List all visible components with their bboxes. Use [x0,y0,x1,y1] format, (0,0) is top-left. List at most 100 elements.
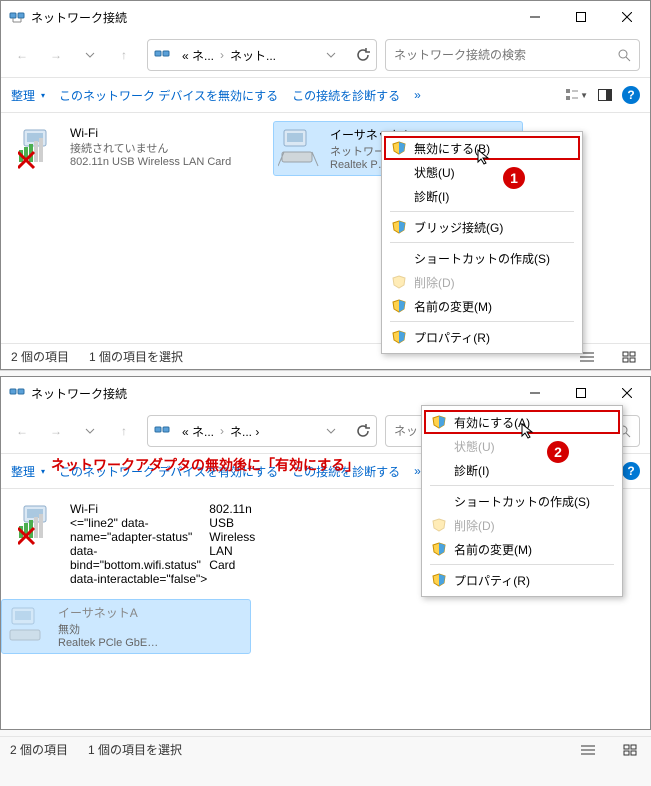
recent-dropdown[interactable] [75,40,105,70]
shield-icon [432,573,446,587]
up-button[interactable]: ↑ [109,416,139,446]
breadcrumb-segment[interactable]: « ネ... [182,47,214,64]
network-icon [154,47,170,63]
ctx-delete: 削除(D) [424,513,620,537]
shield-icon [392,141,406,155]
window-title: ネットワーク接続 [31,9,512,26]
adapter-device: 802.11n USB Wireless LAN Card [209,502,258,586]
status-selected-count: 1 個の項目を選択 [89,348,183,365]
wifi-adapter-icon [18,502,62,546]
ctx-separator [430,564,614,565]
ctx-rename[interactable]: 名前の変更(M) [384,294,580,318]
wifi-adapter-icon [18,126,62,170]
refresh-button[interactable] [356,424,370,438]
addr-dropdown-icon[interactable] [326,428,336,434]
adapter-device: Realtek PCle GbE… [58,637,158,649]
adapter-status: 接続されていません [70,140,231,156]
window-network-connections-1: ネットワーク接続 ← → ↑ « ネ... › ネット... [0,0,651,370]
close-button[interactable] [604,1,650,33]
breadcrumb-separator: › [220,48,224,62]
shield-icon [432,518,446,532]
refresh-button[interactable] [356,48,370,62]
ctx-diagnose[interactable]: 診断(I) [424,458,620,482]
ethernet-adapter-icon [278,126,322,170]
nav-toolbar: ← → ↑ « ネ... › ネット... [1,33,650,77]
disable-device-command[interactable]: このネットワーク デバイスを無効にする [59,87,278,104]
address-bar[interactable]: « ネ... › ネット... [147,39,377,71]
network-item-ethernet[interactable]: イーサネットA 無効 Realtek PCle GbE… [1,599,251,654]
breadcrumb-segment[interactable]: ネ... › [230,423,259,440]
cursor-icon [521,423,537,439]
content-area: Wi-Fi 接続されていません 802.11n USB Wireless LAN… [1,113,650,343]
up-button[interactable]: ↑ [109,40,139,70]
search-input[interactable] [394,48,617,62]
forward-button[interactable]: → [41,40,71,70]
shield-icon [392,275,406,289]
organize-menu[interactable]: 整理 [11,463,45,480]
maximize-button[interactable] [558,1,604,33]
back-button[interactable]: ← [7,40,37,70]
ctx-diagnose[interactable]: 診断(I) [384,184,580,208]
network-item-wifi[interactable]: Wi-Fi <="line2" data-name="adapter-statu… [13,497,263,591]
recent-dropdown[interactable] [75,416,105,446]
minimize-button[interactable] [512,1,558,33]
adapter-name: イーサネットA [58,604,158,621]
window-controls [512,1,650,33]
ctx-properties[interactable]: プロパティ(R) [384,325,580,349]
search-box[interactable] [385,39,640,71]
ctx-create-shortcut[interactable]: ショートカットの作成(S) [424,489,620,513]
forward-button[interactable]: → [41,416,71,446]
help-button[interactable]: ? [622,86,640,104]
status-selected-count: 1 個の項目を選択 [88,741,182,758]
network-icon [154,423,170,439]
step-badge-2: 2 [545,439,571,465]
shield-icon [432,415,446,429]
view-options-button[interactable]: ▼ [566,84,588,106]
details-view-button[interactable] [577,739,599,761]
ctx-separator [390,211,574,212]
window-title: ネットワーク接続 [31,385,512,402]
command-bar: 整理 このネットワーク デバイスを無効にする この接続を診断する » ▼ ? [1,77,650,113]
back-button[interactable]: ← [7,416,37,446]
step-badge-1: 1 [501,165,527,191]
command-overflow[interactable]: » [414,88,422,102]
ethernet-adapter-icon [6,604,50,648]
adapter-name: Wi-Fi [70,126,231,140]
ctx-properties[interactable]: プロパティ(R) [424,568,620,592]
adapter-name: Wi-Fi [70,502,209,516]
organize-menu[interactable]: 整理 [11,87,45,104]
shield-icon [432,542,446,556]
breadcrumb-segment[interactable]: ネット... [230,47,276,64]
large-icons-view-button[interactable] [619,739,641,761]
breadcrumb-separator: › [220,424,224,438]
addr-dropdown-icon[interactable] [326,52,336,58]
ctx-separator [390,242,574,243]
ctx-separator [390,321,574,322]
ctx-create-shortcut[interactable]: ショートカットの作成(S) [384,246,580,270]
shield-icon [392,220,406,234]
breadcrumb-segment[interactable]: « ネ... [182,423,214,440]
diagnose-connection-command[interactable]: この接続を診断する [292,87,400,104]
ctx-delete: 削除(D) [384,270,580,294]
window-network-connections-2: ネットワーク接続 ← → ↑ « ネ... › ネ... › [0,376,651,730]
titlebar[interactable]: ネットワーク接続 [1,1,650,33]
cursor-icon [477,149,493,165]
large-icons-view-button[interactable] [618,346,640,368]
shield-icon [392,330,406,344]
preview-pane-button[interactable] [594,84,616,106]
ctx-rename[interactable]: 名前の変更(M) [424,537,620,561]
ctx-separator [430,485,614,486]
network-item-wifi[interactable]: Wi-Fi 接続されていません 802.11n USB Wireless LAN… [13,121,263,176]
network-icon [9,385,25,401]
help-button[interactable]: ? [622,462,640,480]
ctx-bridge[interactable]: ブリッジ接続(G) [384,215,580,239]
address-bar[interactable]: « ネ... › ネ... › [147,415,377,447]
status-bar: 2 個の項目 1 個の項目を選択 [0,736,651,762]
adapter-status: 無効 [58,621,158,637]
network-icon [9,9,25,25]
instruction-annotation: ネットワークアダプタの無効後に「有効にする」 [51,455,359,475]
search-icon[interactable] [617,48,631,62]
shield-icon [392,299,406,313]
adapter-device: 802.11n USB Wireless LAN Card [70,156,231,168]
status-item-count: 2 個の項目 [11,348,69,365]
